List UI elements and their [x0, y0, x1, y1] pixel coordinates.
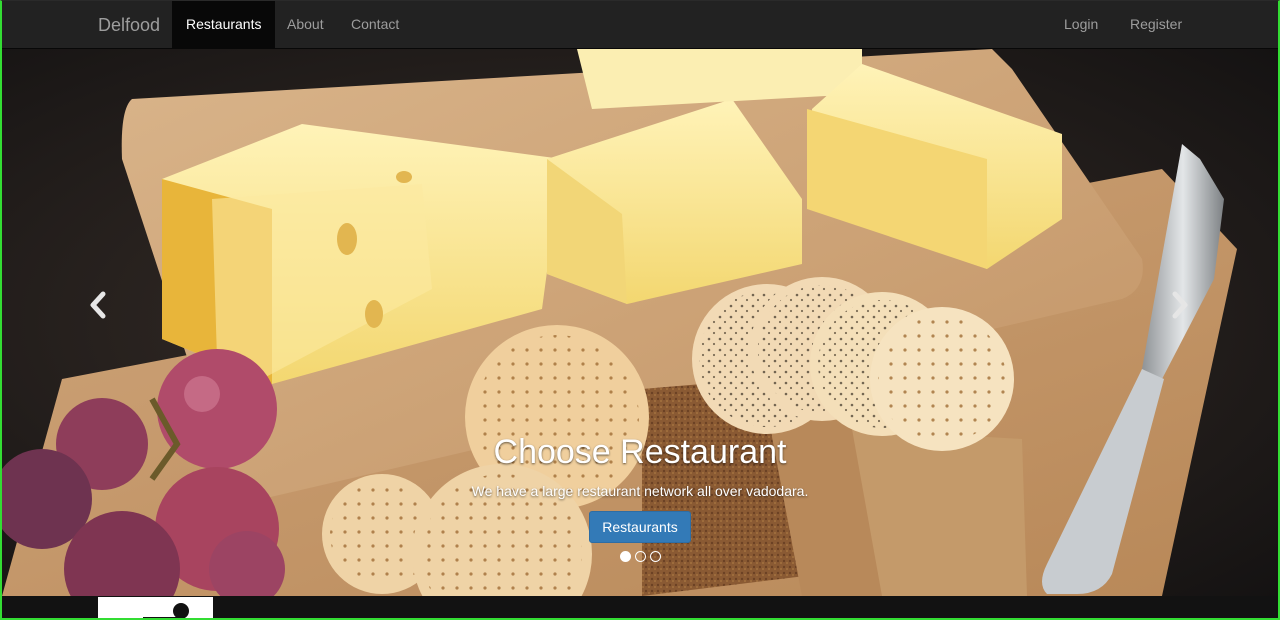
restaurant-thumbnail[interactable]: [98, 597, 213, 620]
nav-login[interactable]: Login: [1050, 0, 1112, 48]
carousel-caption: Choose Restaurant We have a large restau…: [440, 433, 840, 543]
chevron-right-icon: [1172, 291, 1188, 319]
nav-restaurants[interactable]: Restaurants: [172, 0, 276, 48]
nav-register[interactable]: Register: [1116, 0, 1196, 48]
caption-text: We have a large restaurant network all o…: [471, 483, 809, 499]
indicator-1[interactable]: [619, 551, 631, 562]
carousel-prev-control[interactable]: [68, 285, 128, 325]
nav-about[interactable]: About: [273, 0, 338, 48]
indicator-3[interactable]: [649, 551, 661, 562]
nav-contact[interactable]: Contact: [337, 0, 413, 48]
indicator-2[interactable]: [634, 551, 646, 562]
chevron-left-icon: [90, 291, 106, 319]
carousel-next-control[interactable]: [1150, 285, 1210, 325]
brand-link[interactable]: Delfood: [98, 15, 160, 35]
top-navbar: Delfood Restaurants About Contact Login …: [0, 0, 1280, 49]
carousel-indicators: [2, 551, 1278, 562]
avatar-icon: [143, 603, 189, 620]
restaurants-button[interactable]: Restaurants: [589, 511, 691, 543]
caption-title: Choose Restaurant: [493, 433, 787, 471]
hero-carousel: Choose Restaurant We have a large restau…: [2, 49, 1278, 596]
